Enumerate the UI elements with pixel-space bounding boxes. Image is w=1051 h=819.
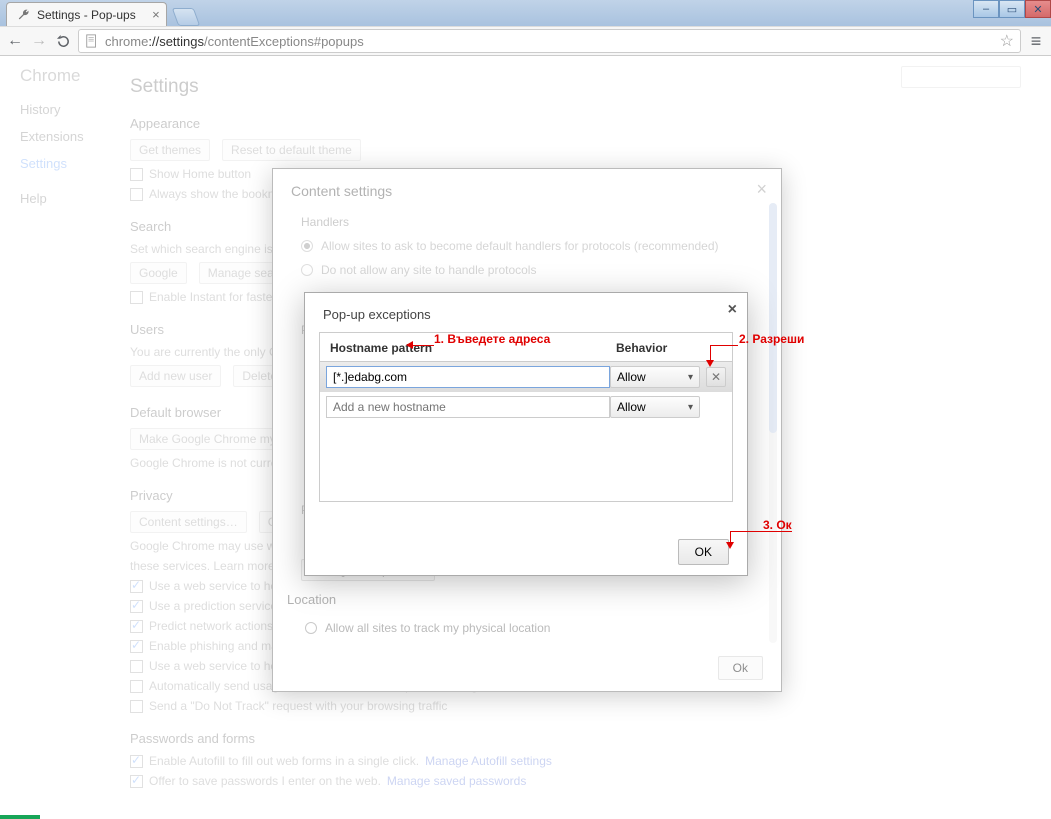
label: Send a "Do Not Track" request with your … xyxy=(149,699,447,713)
address-bar[interactable]: chrome://settings/contentExceptions#popu… xyxy=(78,29,1021,53)
page-icon xyxy=(85,34,99,48)
window-maximize-button[interactable]: ▭ xyxy=(999,0,1025,18)
browser-tab-settings[interactable]: Settings - Pop-ups × xyxy=(6,2,167,26)
bookmark-star-icon[interactable]: ☆ xyxy=(1000,31,1014,51)
sidebar-item: Settings xyxy=(20,156,100,171)
label: Enable Autofill to fill out web forms in… xyxy=(149,754,419,768)
status-bar xyxy=(0,815,40,819)
tab-strip: Settings - Pop-ups × xyxy=(0,0,1051,26)
link: Manage saved passwords xyxy=(387,774,526,788)
url-scheme: chrome xyxy=(105,34,148,49)
window-minimize-button[interactable]: – xyxy=(973,0,999,18)
annotation-3: 3. Ок xyxy=(763,518,792,532)
button: Content settings… xyxy=(130,511,247,533)
hostname-input[interactable] xyxy=(326,366,610,388)
link: Manage Autofill settings xyxy=(425,754,552,768)
sidebar-item: History xyxy=(20,102,100,117)
exceptions-table: Hostname pattern Behavior Allow ✕ Allow xyxy=(319,332,733,502)
chrome-menu-icon[interactable]: ≡ xyxy=(1027,32,1045,50)
label: Offer to save passwords I enter on the w… xyxy=(149,774,381,788)
new-hostname-input[interactable] xyxy=(326,396,610,418)
button: Get themes xyxy=(130,139,210,161)
reload-icon[interactable] xyxy=(54,32,72,50)
label: these services. Learn more xyxy=(130,559,275,573)
wrench-icon xyxy=(17,8,31,22)
new-tab-button[interactable] xyxy=(171,8,200,26)
annotation-2: 2. Разреши xyxy=(739,332,804,346)
sidebar-item: Help xyxy=(20,191,100,206)
back-icon[interactable]: ← xyxy=(6,32,24,50)
tab-close-icon[interactable]: × xyxy=(152,7,160,22)
toolbar: ← → chrome://settings/contentExceptions#… xyxy=(0,26,1051,56)
label: Show Home button xyxy=(149,167,251,181)
button: Add new user xyxy=(130,365,221,387)
close-icon[interactable]: × xyxy=(728,301,737,319)
section-title: Passwords and forms xyxy=(130,731,1031,746)
behavior-select[interactable]: Allow xyxy=(610,366,700,388)
url-path: /contentExceptions#popups xyxy=(204,34,364,49)
window-close-button[interactable]: ✕ xyxy=(1025,0,1051,18)
button: Reset to default theme xyxy=(222,139,361,161)
select-value: Allow xyxy=(617,370,646,384)
behavior-select[interactable]: Allow xyxy=(610,396,700,418)
brand-label: Chrome xyxy=(20,66,100,86)
page-title: Settings xyxy=(130,76,1031,98)
table-row-new[interactable]: Allow xyxy=(320,392,732,422)
remove-row-icon[interactable]: ✕ xyxy=(706,367,726,387)
sidebar-item: Extensions xyxy=(20,129,100,144)
ok-button[interactable]: OK xyxy=(678,539,729,565)
select: Google xyxy=(130,262,187,284)
select-value: Allow xyxy=(617,400,646,414)
url-host: ://settings xyxy=(148,34,204,49)
dialog-title: Pop-up exceptions xyxy=(305,293,747,332)
table-row[interactable]: Allow ✕ xyxy=(320,362,732,392)
section-title: Appearance xyxy=(130,116,1031,131)
tab-title: Settings - Pop-ups xyxy=(37,8,136,22)
annotation-1: 1. Въведете адреса xyxy=(434,332,550,346)
forward-icon[interactable]: → xyxy=(30,32,48,50)
column-header-behavior: Behavior xyxy=(612,341,722,355)
